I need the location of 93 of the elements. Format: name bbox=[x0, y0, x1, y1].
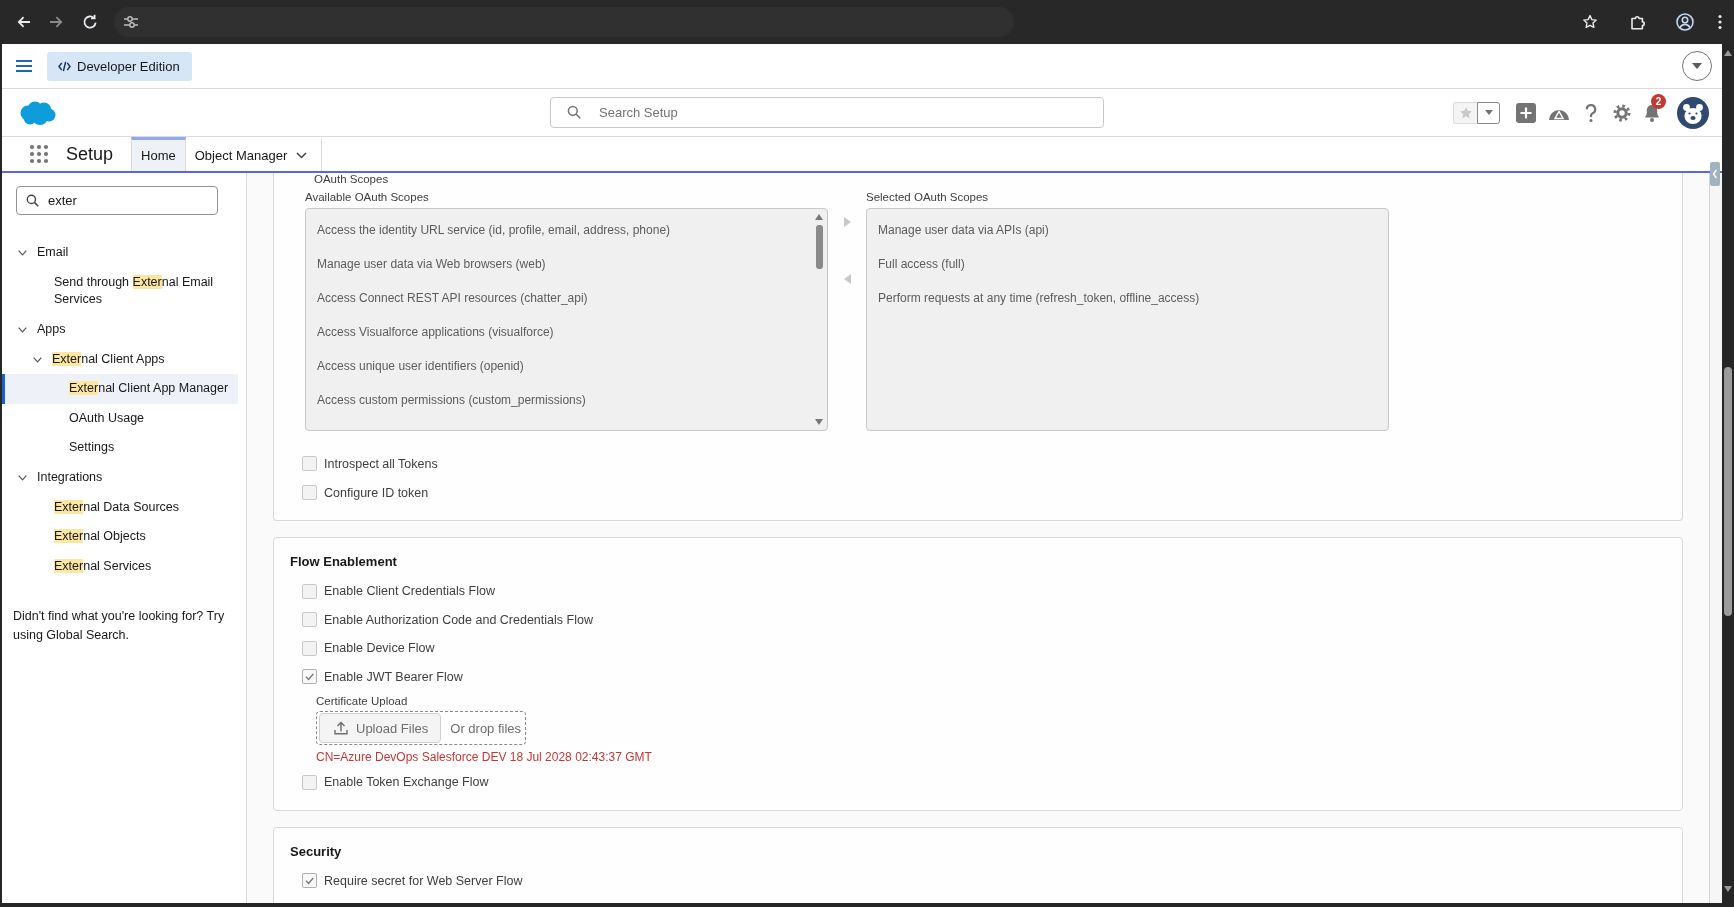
more-icon[interactable] bbox=[1718, 14, 1722, 30]
list-option[interactable]: Perform requests at any time (refresh_token, offline_access) bbox=[878, 291, 1200, 305]
app-title: Setup bbox=[66, 143, 114, 165]
list-option[interactable]: Access the identity URL service (id, profile, email, address, phone) bbox=[317, 223, 671, 237]
checkbox[interactable] bbox=[302, 669, 317, 685]
list-option[interactable]: Full access (full) bbox=[878, 257, 965, 271]
tree-item[interactable]: OAuth Usage bbox=[69, 409, 145, 428]
up-arrow-icon[interactable] bbox=[815, 214, 823, 220]
tree-item[interactable]: Apps bbox=[18, 321, 66, 339]
checkbox[interactable] bbox=[302, 612, 317, 628]
checkbox-label: Enable JWT Bearer Flow bbox=[324, 669, 463, 684]
checkbox[interactable] bbox=[302, 583, 317, 599]
tree-item[interactable]: Settings bbox=[69, 439, 115, 457]
list-option[interactable]: Access custom permissions (custom_permissions) bbox=[317, 393, 586, 407]
scrollbar-thumb[interactable] bbox=[815, 225, 823, 269]
section-title: Security bbox=[290, 843, 343, 860]
list-option[interactable]: Access Connect REST API resources (chatter_api) bbox=[317, 291, 588, 305]
tree-item[interactable]: External Client App Manager bbox=[2, 374, 238, 404]
available-scopes-list[interactable] bbox=[305, 208, 828, 431]
upload-button[interactable]: Upload Files bbox=[319, 713, 442, 743]
favorites-menu-button[interactable] bbox=[1477, 101, 1500, 124]
checkbox[interactable] bbox=[302, 774, 317, 790]
up-arrow-icon[interactable] bbox=[1724, 50, 1732, 56]
tree-item[interactable]: External Data Sources bbox=[54, 498, 180, 516]
star-icon[interactable] bbox=[1582, 14, 1598, 30]
checkbox-label: Enable Authorization Code and Credentials Flow bbox=[324, 612, 593, 627]
dropdown-button[interactable] bbox=[1682, 51, 1712, 81]
nav-tab[interactable]: Object Manager bbox=[185, 137, 323, 171]
list-option[interactable]: Manage user data via APIs (api) bbox=[878, 223, 1049, 237]
star-icon bbox=[1458, 105, 1473, 120]
search-field[interactable]: Search Setup bbox=[550, 97, 1104, 128]
caret-icon bbox=[1484, 110, 1493, 115]
checkbox[interactable] bbox=[302, 456, 317, 471]
tree-item[interactable]: Send through External Email Services bbox=[54, 273, 238, 309]
checkbox-label: Configure ID token bbox=[324, 485, 429, 500]
list-option[interactable]: Access unique user identifiers (openid) bbox=[317, 359, 524, 373]
checkbox-label: Require secret for Web Server Flow bbox=[324, 873, 523, 888]
tree-item[interactable]: Integrations bbox=[18, 469, 103, 487]
list-option[interactable]: Manage user data via Web browsers (web) bbox=[317, 257, 546, 271]
chevron-icon[interactable] bbox=[18, 326, 27, 333]
field-label: OAuth Scopes bbox=[314, 173, 390, 185]
checkbox-label: Enable Device Flow bbox=[324, 641, 435, 656]
forward-icon[interactable] bbox=[48, 14, 64, 30]
back-icon[interactable] bbox=[16, 14, 32, 30]
menu-icon[interactable] bbox=[16, 60, 32, 72]
drop-hint: Or drop files bbox=[450, 720, 522, 736]
puzzle-icon[interactable] bbox=[1630, 14, 1646, 30]
quick-find-field[interactable]: exter bbox=[16, 186, 218, 215]
edition-label: Developer Edition bbox=[77, 58, 180, 74]
search-icon bbox=[567, 105, 581, 119]
settings-icon[interactable] bbox=[1612, 102, 1632, 123]
cloud-logo[interactable] bbox=[18, 99, 56, 126]
checkbox[interactable] bbox=[302, 485, 317, 500]
chevron-down-icon bbox=[296, 152, 308, 159]
tree-item[interactable]: External Services bbox=[54, 557, 152, 575]
selected-scopes-list[interactable]: Manage user data via APIs (api) Full access (full) Perform requests at any time (refresh_token, offline_access) bbox=[866, 208, 1389, 431]
checkbox[interactable] bbox=[302, 640, 317, 656]
tree-item[interactable]: External Client Apps bbox=[33, 350, 165, 369]
code-icon bbox=[58, 60, 71, 72]
scrollbar-thumb[interactable] bbox=[1724, 367, 1732, 616]
nav-tab[interactable]: Home bbox=[131, 137, 186, 171]
checkbox-label: Introspect all Tokens bbox=[324, 456, 438, 471]
app-launcher-icon[interactable] bbox=[29, 144, 49, 164]
list-label: Available OAuth Scopes bbox=[305, 190, 430, 204]
tree-item[interactable]: Email bbox=[18, 244, 69, 262]
certificate-info: CN=Azure DevOps Salesforce DEV 18 Jul 2028 02:43:37 GMT bbox=[316, 750, 653, 764]
down-arrow-icon[interactable] bbox=[1724, 886, 1732, 892]
caret-icon bbox=[1692, 63, 1702, 69]
add-icon[interactable] bbox=[1516, 102, 1536, 123]
section-title: Flow Enablement bbox=[290, 554, 398, 570]
panel-toggle-icon[interactable] bbox=[1710, 162, 1720, 186]
checkbox[interactable] bbox=[302, 873, 317, 889]
tree-item[interactable]: External Objects bbox=[54, 528, 146, 546]
checkbox-label: Enable Client Credentials Flow bbox=[324, 584, 495, 599]
notification-badge: 2 bbox=[1651, 93, 1666, 109]
search-hint: Didn't find what you're looking for? Try using Global Search. bbox=[13, 608, 226, 644]
reload-icon[interactable] bbox=[82, 14, 98, 30]
avatar-icon[interactable] bbox=[1677, 96, 1709, 129]
profile-icon[interactable] bbox=[1676, 13, 1694, 31]
down-arrow-icon[interactable] bbox=[815, 419, 823, 425]
file-drop-zone[interactable]: Upload Files Or drop files bbox=[316, 711, 526, 745]
list-label: Selected OAuth Scopes bbox=[866, 190, 990, 204]
sliders-icon[interactable] bbox=[123, 14, 139, 30]
chevron-icon[interactable] bbox=[18, 250, 27, 256]
help-icon[interactable] bbox=[1584, 102, 1598, 123]
field-label: Certificate Upload bbox=[316, 694, 409, 708]
upload-icon bbox=[334, 721, 348, 735]
search-icon bbox=[26, 194, 39, 207]
checkbox-label: Enable Token Exchange Flow bbox=[324, 775, 489, 790]
address-field[interactable] bbox=[114, 7, 1014, 37]
chevron-icon[interactable] bbox=[33, 356, 42, 363]
list-option[interactable]: Access Visualforce applications (visualforce) bbox=[317, 325, 554, 339]
chevron-icon[interactable] bbox=[18, 474, 27, 481]
